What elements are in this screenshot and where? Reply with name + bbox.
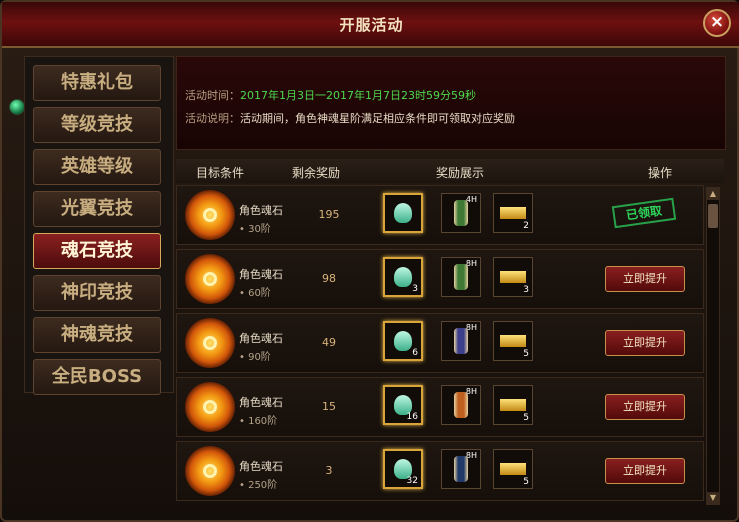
event-description-label: 活动说明： (185, 112, 240, 125)
gold-bar-icon (500, 463, 526, 475)
reward-slot-gem[interactable]: 3 (383, 257, 423, 297)
soul-gem-icon (394, 331, 412, 351)
target-stage: • 250阶 (239, 480, 278, 491)
upgrade-now-button[interactable]: 立即提升 (605, 394, 685, 420)
reward-slot-gem[interactable]: 6 (383, 321, 423, 361)
event-description: 活动说明：活动期间，角色神魂星阶满足相应条件即可领取对应奖励 (185, 110, 515, 126)
scrollbar[interactable]: ▲ ▼ (706, 187, 720, 505)
sidebar-item-wing-contest[interactable]: 光翼竞技 (33, 191, 161, 227)
target-stage: • 160阶 (239, 416, 278, 427)
reward-slot-scroll[interactable]: 4H (441, 193, 481, 233)
remaining-count: 195 (318, 208, 340, 221)
reward-slot-gold[interactable]: 2 (493, 193, 533, 233)
sidebar: 特惠礼包 等级竞技 英雄等级 光翼竞技 魂石竞技 神印竞技 神魂竞技 全民BOS… (24, 56, 174, 395)
event-info-panel: 活动时间：2017年1月3日一2017年1月7日23时59分59秒 活动说明：活… (176, 56, 726, 150)
soulstone-icon (185, 254, 235, 304)
scroll-thumb[interactable] (708, 204, 718, 228)
soulstone-icon (185, 318, 235, 368)
gold-count: 3 (523, 285, 529, 295)
soulstone-icon (185, 190, 235, 240)
soulstone-icon (185, 446, 235, 496)
target-stage: • 30阶 (239, 224, 271, 235)
claimed-stamp: 已领取 (611, 197, 677, 229)
header-remaining: 剩余奖励 (292, 166, 341, 180)
remaining-count: 49 (322, 336, 336, 349)
remaining-count: 98 (322, 272, 336, 285)
gem-count: 16 (406, 412, 418, 422)
main-content: 活动时间：2017年1月3日一2017年1月7日23时59分59秒 活动说明：活… (176, 56, 726, 516)
sidebar-item-world-boss[interactable]: 全民BOSS (33, 359, 161, 395)
soulstone-icon (185, 382, 235, 432)
scroll-duration: 8H (465, 451, 477, 460)
title-bar: 开服活动 × (2, 2, 739, 48)
sidebar-item-seal-contest[interactable]: 神印竞技 (33, 275, 161, 311)
gem-count: 6 (412, 348, 418, 358)
upgrade-now-button[interactable]: 立即提升 (605, 330, 685, 356)
event-time-value: 2017年1月3日一2017年1月7日23时59分59秒 (240, 89, 476, 102)
target-name: 角色魂石 (239, 332, 283, 345)
target-name: 角色魂石 (239, 204, 283, 217)
gem-count: 32 (406, 476, 418, 486)
reward-slot-scroll[interactable]: 8H (441, 321, 481, 361)
event-window: 开服活动 × 特惠礼包 等级竞技 英雄等级 光翼竞技 魂石竞技 神印竞技 神魂竞… (0, 0, 739, 522)
soul-gem-icon (394, 267, 412, 287)
remaining-count: 3 (325, 464, 333, 477)
scroll-down-button[interactable]: ▼ (707, 492, 719, 504)
reward-slot-gold[interactable]: 5 (493, 321, 533, 361)
gold-bar-icon (500, 207, 526, 219)
header-display: 奖励展示 (436, 166, 485, 180)
decorative-gem-icon (9, 99, 25, 115)
soul-gem-icon (394, 203, 412, 223)
reward-slot-scroll[interactable]: 8H (441, 257, 481, 297)
scroll-duration: 8H (465, 259, 477, 268)
scroll-up-button[interactable]: ▲ (707, 188, 719, 200)
target-name: 角色魂石 (239, 268, 283, 281)
gold-bar-icon (500, 335, 526, 347)
gold-count: 5 (523, 477, 529, 487)
target-name: 角色魂石 (239, 460, 283, 473)
table-row: 角色魂石 • 250阶 3 32 8H 5 立即提升 (176, 441, 704, 501)
window-title: 开服活动 (339, 16, 404, 34)
table-row: 角色魂石 • 60阶 98 3 8H 3 立即提升 (176, 249, 704, 309)
reward-list: 角色魂石 • 30阶 195 4H 2 已领取 角色魂石 • 60阶 98 3 8H 3 立即提升 角色魂… (176, 185, 704, 503)
event-time: 活动时间：2017年1月3日一2017年1月7日23时59分59秒 (185, 87, 476, 103)
reward-slot-gem[interactable] (383, 193, 423, 233)
table-row: 角色魂石 • 90阶 49 6 8H 5 立即提升 (176, 313, 704, 373)
upgrade-now-button[interactable]: 立即提升 (605, 266, 685, 292)
table-header: 目标条件 剩余奖励 奖励展示 操作 (176, 159, 724, 183)
reward-slot-gold[interactable]: 5 (493, 449, 533, 489)
header-action: 操作 (648, 166, 673, 180)
reward-slot-scroll[interactable]: 8H (441, 449, 481, 489)
remaining-count: 15 (322, 400, 336, 413)
event-description-value: 活动期间，角色神魂星阶满足相应条件即可领取对应奖励 (240, 112, 515, 125)
gold-count: 5 (523, 349, 529, 359)
close-button[interactable]: × (703, 9, 731, 37)
header-target: 目标条件 (196, 166, 245, 180)
table-row: 角色魂石 • 160阶 15 16 8H 5 立即提升 (176, 377, 704, 437)
reward-slot-gold[interactable]: 5 (493, 385, 533, 425)
sidebar-item-special-gift[interactable]: 特惠礼包 (33, 65, 161, 101)
sidebar-item-soul-contest[interactable]: 神魂竞技 (33, 317, 161, 353)
sidebar-item-soulstone-contest[interactable]: 魂石竞技 (33, 233, 161, 269)
scroll-duration: 8H (465, 387, 477, 396)
table-row: 角色魂石 • 30阶 195 4H 2 已领取 (176, 185, 704, 245)
gold-count: 2 (523, 221, 529, 231)
scroll-duration: 4H (465, 195, 477, 204)
reward-slot-gem[interactable]: 32 (383, 449, 423, 489)
reward-slot-gold[interactable]: 3 (493, 257, 533, 297)
target-stage: • 90阶 (239, 352, 271, 363)
gem-count: 3 (412, 284, 418, 294)
scroll-duration: 8H (465, 323, 477, 332)
upgrade-now-button[interactable]: 立即提升 (605, 458, 685, 484)
gold-bar-icon (500, 399, 526, 411)
target-stage: • 60阶 (239, 288, 271, 299)
gold-count: 5 (523, 413, 529, 423)
reward-slot-scroll[interactable]: 8H (441, 385, 481, 425)
target-name: 角色魂石 (239, 396, 283, 409)
event-time-label: 活动时间： (185, 89, 240, 102)
gold-bar-icon (500, 271, 526, 283)
reward-slot-gem[interactable]: 16 (383, 385, 423, 425)
sidebar-item-level-contest[interactable]: 等级竞技 (33, 107, 161, 143)
sidebar-item-hero-level[interactable]: 英雄等级 (33, 149, 161, 185)
